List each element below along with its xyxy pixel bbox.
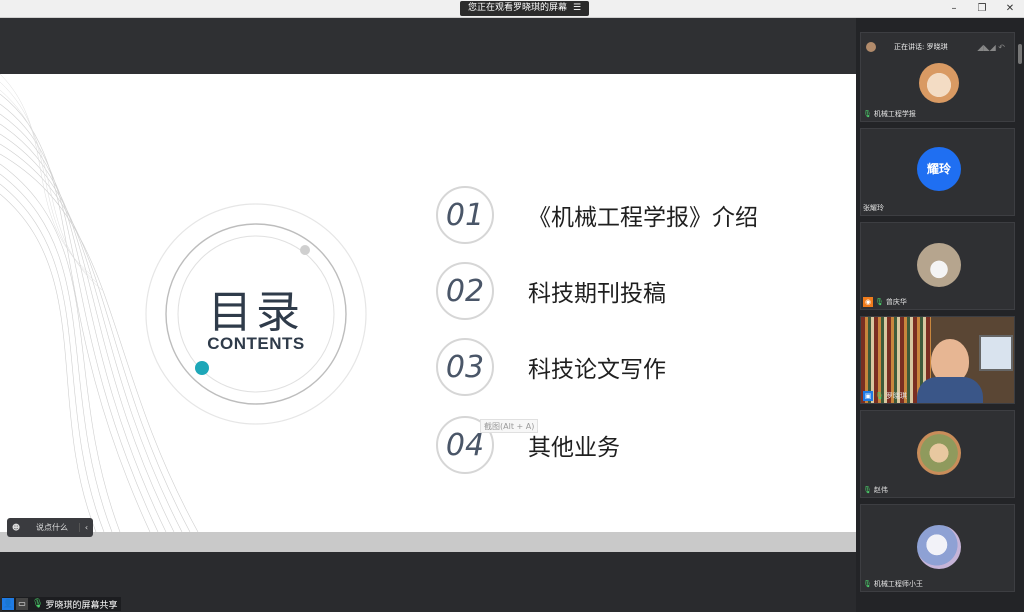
participant-name: 🎙 机械工程师小王: [863, 580, 923, 588]
screen-share-label[interactable]: 👤 ▭ 🎙 罗晓琪的屏幕共享: [2, 597, 122, 611]
slide-subtitle: CONTENTS: [207, 334, 305, 353]
participant-shirt: [917, 377, 983, 403]
window-controls: – ❐ ✕: [940, 0, 1024, 18]
mic-icon: 🎙: [863, 580, 872, 588]
participant-tile[interactable]: ◉ 🎙 曾庆华: [860, 222, 1015, 310]
mic-icon: 🎙: [863, 110, 872, 118]
item-text: 科技论文写作: [528, 357, 666, 383]
speaking-indicator: 正在讲话: 罗晓琪 ◢◣◢ ↶: [860, 40, 1015, 54]
user-icon: 👤: [2, 598, 14, 610]
mic-icon: 🎙: [32, 599, 44, 609]
mic-icon: 🎙: [875, 392, 884, 400]
item-text: 其他业务: [528, 435, 620, 461]
menu-icon[interactable]: ☰: [573, 3, 581, 13]
panel-scrollbar[interactable]: [1018, 44, 1022, 64]
avatar: 耀玲: [917, 147, 961, 191]
avatar: [917, 431, 961, 475]
shared-screen: 目录 CONTENTS 01 《机械工程学报》介绍 02 科技期刊投稿 03 科…: [0, 18, 856, 596]
audio-wave-icon: ◢◣◢ ↶: [977, 42, 1005, 52]
slide-bottom-band: [0, 532, 856, 552]
chat-input-label: 说点什么: [36, 523, 68, 532]
minimize-icon[interactable]: –: [940, 0, 968, 18]
mic-icon: 🎙: [875, 298, 884, 306]
speaking-label: 正在讲话: 罗晓琪: [894, 43, 948, 51]
screen-icon: ▭: [16, 598, 28, 610]
window-titlebar: 您正在观看罗晓琪的屏幕 ☰ – ❐ ✕: [0, 0, 1024, 18]
item-number: 03: [436, 338, 494, 396]
monitor-background: [979, 335, 1013, 371]
participant-tile[interactable]: 🎙 机械工程师小王: [860, 504, 1015, 592]
emoji-icon[interactable]: ☻: [7, 523, 25, 532]
slide-title: 目录: [208, 287, 304, 338]
participant-name: ▣ 🎙 罗晓琪: [863, 391, 907, 401]
participant-name: 🎙 赵伟: [863, 486, 888, 494]
participant-tile[interactable]: 🎙 赵伟: [860, 410, 1015, 498]
chevron-left-icon[interactable]: ‹: [79, 523, 93, 532]
host-icon: ◉: [863, 297, 873, 307]
contents-item: 03 科技论文写作: [436, 336, 666, 398]
participant-name: ◉ 🎙 曾庆华: [863, 297, 907, 307]
speaker-avatar: [866, 42, 876, 52]
status-bar: 👤 ▭ 🎙 罗晓琪的屏幕共享: [0, 596, 856, 612]
chat-input-button[interactable]: ☻ 说点什么 ‹: [7, 518, 93, 537]
camera-icon: ▣: [863, 391, 873, 401]
contents-ring: 目录 CONTENTS: [140, 198, 372, 430]
participant-name: 🎙 机械工程学报: [863, 110, 916, 118]
slide-black-band: [0, 552, 856, 596]
contents-item: 02 科技期刊投稿: [436, 260, 666, 322]
item-text: 科技期刊投稿: [528, 281, 666, 307]
participant-name: 张耀玲: [863, 204, 884, 212]
item-number: 02: [436, 262, 494, 320]
item-text: 《机械工程学报》介绍: [528, 205, 758, 231]
item-number: 01: [436, 186, 494, 244]
screenshot-tooltip: 截图(Alt + A): [480, 419, 539, 433]
restore-icon[interactable]: ❐: [968, 0, 996, 18]
avatar: [919, 63, 959, 103]
share-label-text: 罗晓琪的屏幕共享: [45, 600, 118, 611]
slide-top-band: [0, 18, 856, 74]
screen-share-tag[interactable]: 您正在观看罗晓琪的屏幕 ☰: [460, 1, 590, 16]
close-icon[interactable]: ✕: [996, 0, 1024, 18]
participant-video-tile[interactable]: ▣ 🎙 罗晓琪: [860, 316, 1015, 404]
participant-panel: 🎙 机械工程学报 正在讲话: 罗晓琪 ◢◣◢ ↶ 耀玲 张耀玲 ◉ 🎙 曾庆华 ▣ 🎙 罗…: [856, 18, 1024, 612]
avatar: [917, 243, 961, 287]
contents-item: 01 《机械工程学报》介绍: [436, 184, 758, 246]
participant-tile[interactable]: 耀玲 张耀玲: [860, 128, 1015, 216]
mic-icon: 🎙: [863, 486, 872, 494]
avatar: [917, 525, 961, 569]
presentation-slide: 目录 CONTENTS 01 《机械工程学报》介绍 02 科技期刊投稿 03 科…: [0, 74, 856, 532]
share-tag-label: 您正在观看罗晓琪的屏幕: [468, 3, 568, 13]
